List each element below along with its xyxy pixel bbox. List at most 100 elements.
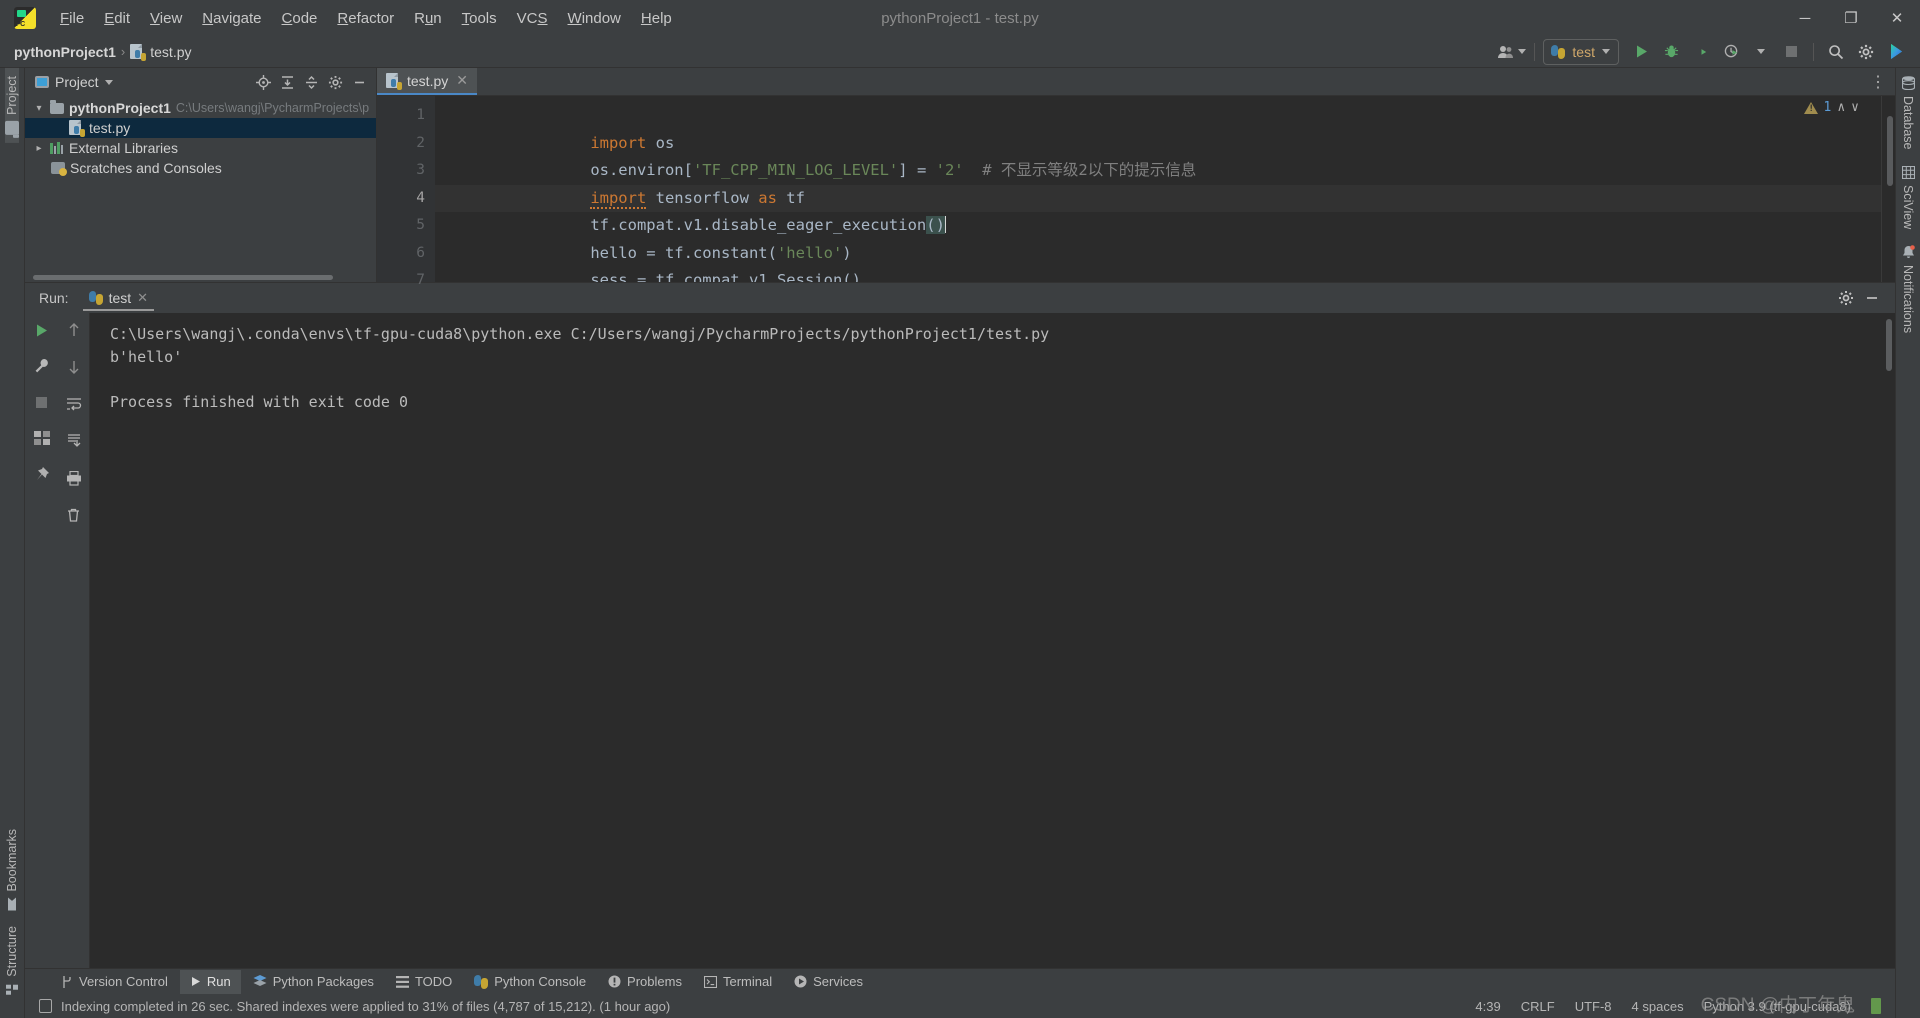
previous-problem-icon[interactable]: ∧ <box>1837 100 1845 115</box>
maximize-button[interactable]: ❐ <box>1828 0 1874 36</box>
file-encoding[interactable]: UTF-8 <box>1575 999 1612 1014</box>
tree-node-test-py[interactable]: test.py <box>25 118 376 138</box>
stop-button[interactable] <box>31 391 53 413</box>
chevron-right-icon[interactable]: ▸ <box>33 143 45 154</box>
sidebar-item-structure[interactable]: Structure <box>5 918 19 1004</box>
ide-assistant-icon[interactable] <box>1882 39 1910 65</box>
editor-scrollbar[interactable] <box>1881 96 1895 282</box>
search-everywhere-icon[interactable] <box>1822 39 1850 65</box>
bottom-tab-python-packages[interactable]: Python Packages <box>243 970 384 994</box>
scrollbar-thumb[interactable] <box>1887 116 1893 186</box>
bottom-tab-python-console[interactable]: Python Console <box>464 970 596 994</box>
sidebar-item-bookmarks[interactable]: Bookmarks <box>5 821 19 919</box>
menu-refactor[interactable]: Refactor <box>327 6 404 31</box>
close-button[interactable]: ✕ <box>1874 0 1920 36</box>
debug-button[interactable] <box>1657 39 1685 65</box>
python-interpreter[interactable]: Python 3.9 (tf-gpu-cuda8) <box>1704 999 1851 1014</box>
editor-gutter[interactable]: 1 2 3 4 5 6 7 <box>377 96 435 282</box>
soft-wrap-button[interactable] <box>63 393 85 415</box>
hide-run-panel-icon[interactable] <box>1861 287 1883 309</box>
tree-node-external-libraries[interactable]: ▸ External Libraries <box>25 138 376 158</box>
sidebar-item-database[interactable]: Database <box>1901 68 1915 158</box>
bottom-tab-terminal[interactable]: Terminal <box>694 970 782 994</box>
user-account-icon[interactable] <box>1498 39 1526 65</box>
navigation-bar: pythonProject1 › test.py test <box>0 36 1920 68</box>
scrollbar-thumb[interactable] <box>33 275 333 280</box>
panel-settings-icon[interactable] <box>324 71 346 93</box>
menu-file[interactable]: File <box>50 6 94 31</box>
stop-button[interactable] <box>1777 39 1805 65</box>
sidebar-item-project[interactable]: Project <box>5 68 19 143</box>
tree-node-project[interactable]: ▾ pythonProject1 C:\Users\wangj\PycharmP… <box>25 98 376 118</box>
sidebar-item-label: Bookmarks <box>5 829 19 892</box>
editor-tab-bar: test.py ✕ ⋮ <box>377 68 1895 96</box>
edit-configuration-button[interactable] <box>31 355 53 377</box>
bottom-tab-problems[interactable]: Problems <box>598 970 692 994</box>
bottom-tab-run[interactable]: Run <box>180 970 241 994</box>
menu-run[interactable]: Run <box>404 6 452 31</box>
rerun-button[interactable] <box>31 319 53 341</box>
chevron-down-icon[interactable] <box>1747 39 1775 65</box>
console-scrollbar-thumb[interactable] <box>1886 319 1892 371</box>
breadcrumb-file[interactable]: test.py <box>130 44 191 60</box>
console-output[interactable]: C:\Users\wangj\.conda\envs\tf-gpu-cuda8\… <box>90 313 1895 968</box>
next-problem-icon[interactable]: ∨ <box>1851 100 1859 115</box>
menu-view[interactable]: View <box>140 6 192 31</box>
code-line[interactable]: import os <box>435 102 1881 130</box>
pin-tab-button[interactable] <box>31 463 53 485</box>
menu-help[interactable]: Help <box>631 6 682 31</box>
run-tab-label: test <box>109 290 132 306</box>
menu-navigate[interactable]: Navigate <box>192 6 271 31</box>
more-options-icon[interactable]: ⋮ <box>1870 72 1887 92</box>
code-editor[interactable]: import os os.environ['TF_CPP_MIN_LOG_LEV… <box>435 96 1881 282</box>
bottom-tab-version-control[interactable]: Version Control <box>51 970 178 994</box>
indent-setting[interactable]: 4 spaces <box>1632 999 1684 1014</box>
close-icon[interactable]: ✕ <box>137 290 148 306</box>
scroll-to-end-button[interactable] <box>63 430 85 452</box>
run-button[interactable] <box>1627 39 1655 65</box>
layout-button[interactable] <box>31 427 53 449</box>
run-panel-header: Run: test ✕ <box>25 283 1895 313</box>
line-separator[interactable]: CRLF <box>1521 999 1555 1014</box>
menu-vcs[interactable]: VCS <box>507 6 558 31</box>
scroll-up-button[interactable] <box>63 319 85 341</box>
sidebar-item-sciview[interactable]: SciView <box>1901 158 1915 237</box>
menu-code[interactable]: Code <box>272 6 328 31</box>
gear-icon[interactable] <box>1835 287 1857 309</box>
breadcrumb-project[interactable]: pythonProject1 <box>14 44 116 60</box>
close-icon[interactable]: ✕ <box>456 72 468 89</box>
expand-all-icon[interactable] <box>276 71 298 93</box>
chevron-down-icon[interactable] <box>105 80 113 85</box>
upper-area: Project <box>25 68 1895 282</box>
clear-all-button[interactable] <box>63 504 85 526</box>
hide-panel-icon[interactable] <box>348 71 370 93</box>
run-tab-test[interactable]: test ✕ <box>83 286 154 311</box>
console-line: C:\Users\wangj\.conda\envs\tf-gpu-cuda8\… <box>110 323 1895 346</box>
minimize-button[interactable]: ─ <box>1782 0 1828 36</box>
menu-edit[interactable]: Edit <box>94 6 140 31</box>
gear-icon[interactable] <box>1852 39 1880 65</box>
menu-tools[interactable]: Tools <box>452 6 507 31</box>
bottom-tab-services[interactable]: Services <box>784 970 873 994</box>
editor-tab-actions: ⋮ <box>1870 68 1895 95</box>
profile-button[interactable] <box>1717 39 1745 65</box>
code-token: os.environ[ <box>590 161 693 179</box>
project-horizontal-scrollbar[interactable] <box>25 272 376 282</box>
print-button[interactable] <box>63 467 85 489</box>
memory-indicator[interactable] <box>1871 998 1881 1014</box>
branch-icon <box>61 975 73 989</box>
bottom-tab-todo[interactable]: TODO <box>386 970 462 994</box>
bottom-tab-label: Version Control <box>79 974 168 989</box>
run-configuration-selector[interactable]: test <box>1543 39 1619 65</box>
scroll-down-button[interactable] <box>63 356 85 378</box>
run-coverage-button[interactable] <box>1687 39 1715 65</box>
sidebar-item-notifications[interactable]: Notifications <box>1901 237 1915 341</box>
select-opened-file-icon[interactable] <box>252 71 274 93</box>
sidebar-item-label: Database <box>1901 96 1915 150</box>
caret-position[interactable]: 4:39 <box>1475 999 1500 1014</box>
tree-node-scratches[interactable]: Scratches and Consoles <box>25 158 376 178</box>
collapse-all-icon[interactable] <box>300 71 322 93</box>
editor-tab-test-py[interactable]: test.py ✕ <box>377 68 477 95</box>
menu-window[interactable]: Window <box>558 6 631 31</box>
chevron-down-icon[interactable]: ▾ <box>33 103 45 114</box>
